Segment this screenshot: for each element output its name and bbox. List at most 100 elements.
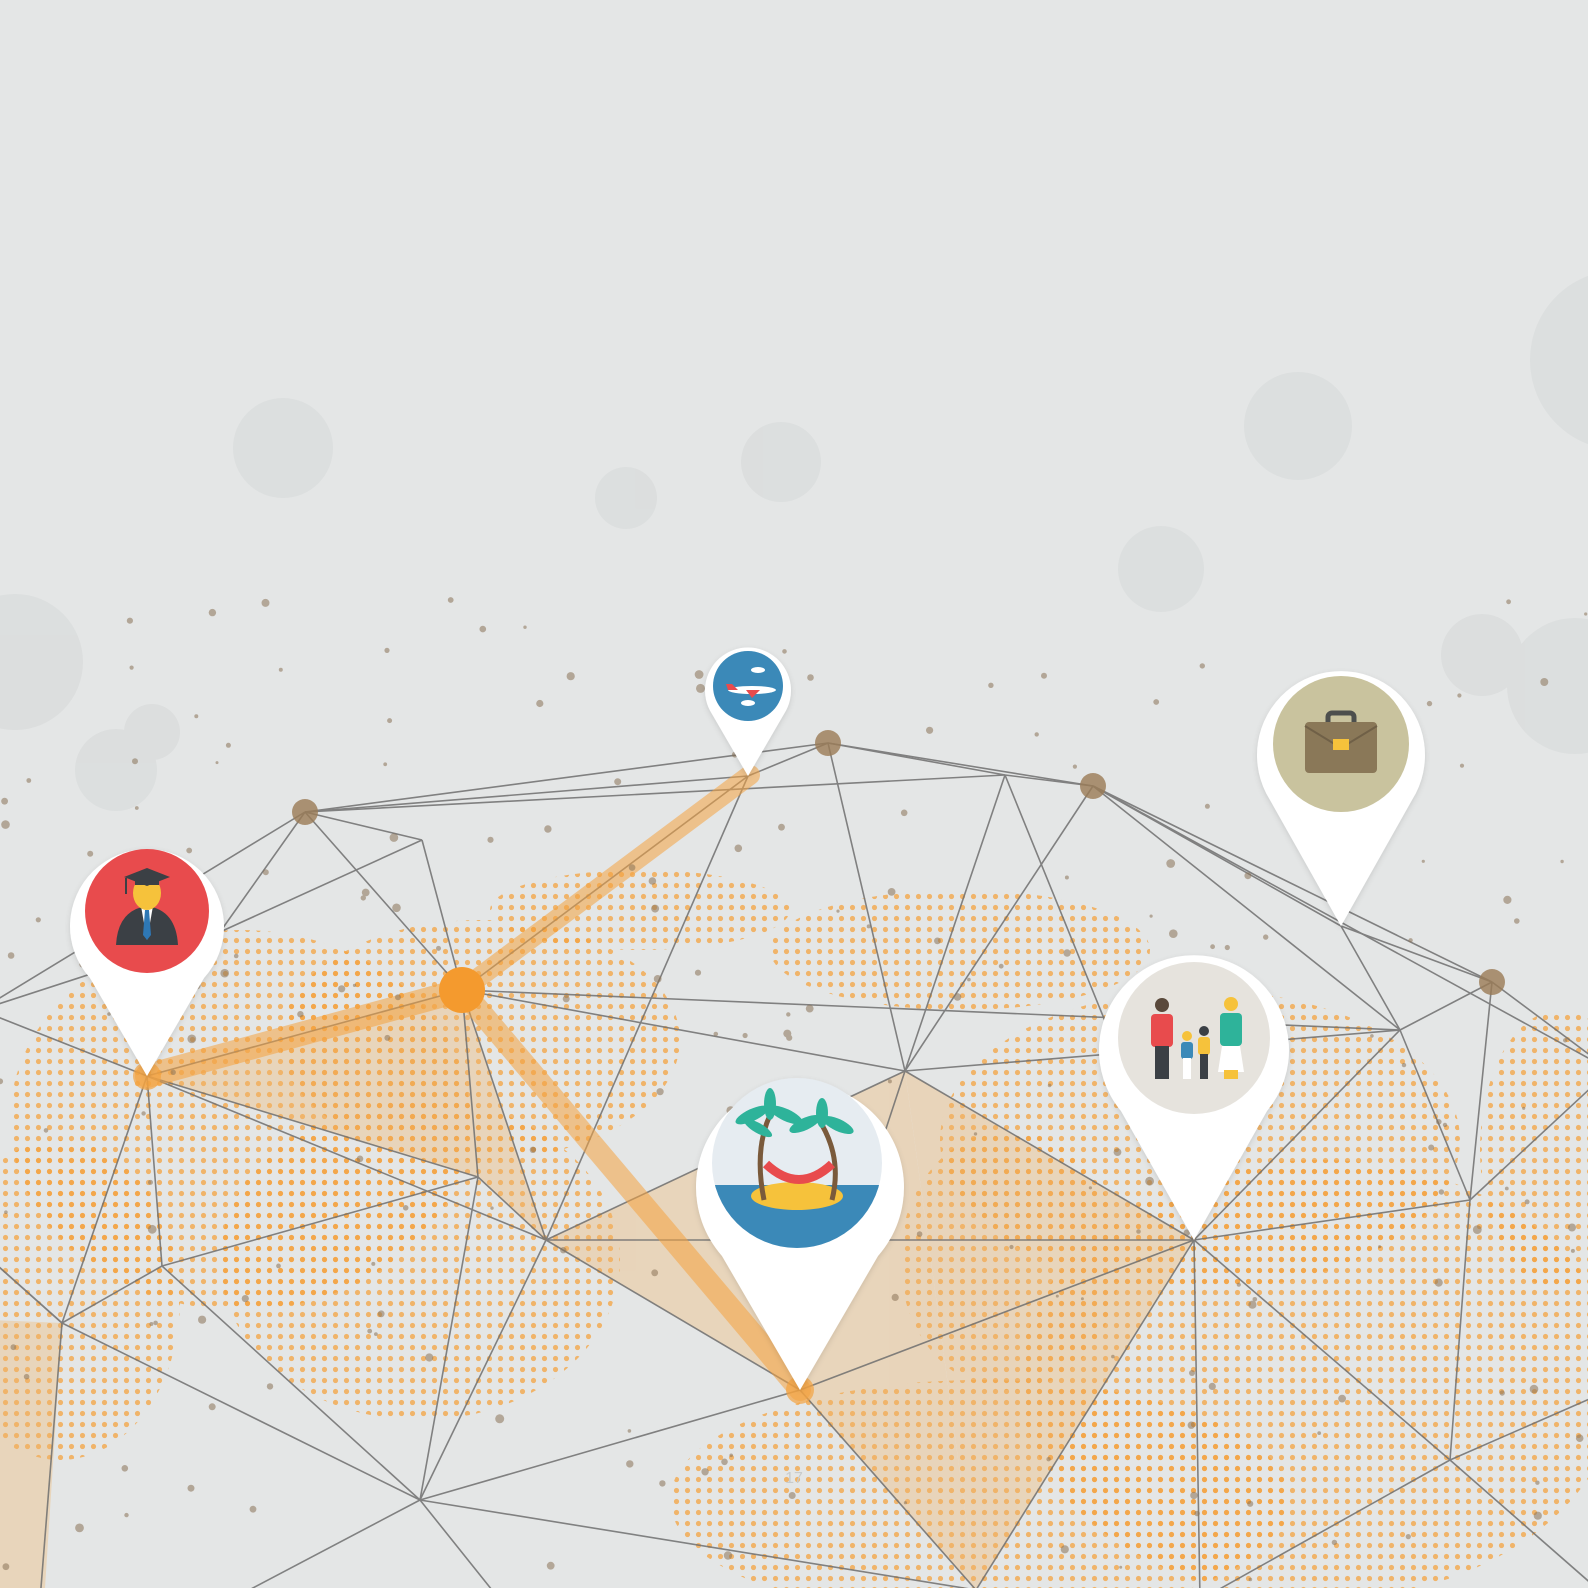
speck-dot — [742, 1032, 748, 1039]
speck-dot — [187, 1034, 197, 1044]
speck-dot — [900, 809, 908, 817]
network-node — [1479, 969, 1505, 995]
mesh-line — [419, 1499, 492, 1588]
speck-dot — [1046, 1457, 1051, 1462]
speck-dot — [367, 1328, 373, 1334]
speck-dot — [249, 1505, 257, 1513]
speck-dot — [147, 1224, 157, 1234]
speck-dot — [1119, 1565, 1123, 1569]
speck-dot — [887, 1079, 892, 1084]
speck-dot — [276, 1263, 281, 1269]
speck-dot — [648, 877, 657, 885]
speck-dot — [1560, 859, 1564, 864]
speck-dot — [384, 647, 390, 654]
briefcase-pin[interactable] — [1257, 671, 1425, 926]
speck-dot — [447, 597, 454, 603]
speck-dot — [998, 963, 1004, 969]
speck-dot — [1459, 763, 1465, 768]
speck-dot — [356, 1155, 364, 1163]
speck-dot — [723, 1551, 733, 1560]
speck-dot — [1535, 1480, 1540, 1485]
speck-dot — [1522, 1106, 1526, 1110]
speck-dot — [934, 937, 941, 945]
speck-dot — [395, 994, 401, 1001]
speck-dot — [651, 904, 660, 913]
speck-dot — [1210, 944, 1215, 950]
speck-dot — [1063, 949, 1071, 957]
speck-dot — [1438, 1189, 1445, 1195]
speck-dot — [1088, 1186, 1092, 1190]
speck-dot — [626, 1460, 634, 1468]
speck-dot — [141, 1111, 146, 1116]
mesh-line — [1004, 774, 1094, 787]
speck-dot — [1236, 1282, 1241, 1287]
speck-dot — [2, 1563, 10, 1571]
mesh-line — [827, 742, 1094, 787]
speck-dot — [153, 1320, 158, 1326]
speck-dot — [126, 617, 133, 624]
speck-dot — [1378, 1245, 1382, 1249]
speck-dot — [546, 1561, 555, 1570]
speck-dot — [1187, 1421, 1196, 1429]
speck-dot — [1408, 938, 1413, 943]
speck-dot — [26, 778, 32, 783]
speck-dot — [134, 806, 139, 810]
speck-dot — [208, 1403, 216, 1411]
speck-dot — [208, 608, 217, 617]
speck-dot — [392, 903, 401, 913]
speck-dot — [487, 836, 494, 843]
speck-dot — [529, 1146, 537, 1154]
speck-dot — [1434, 1278, 1443, 1287]
speck-dot — [1263, 934, 1269, 940]
speck-dot — [121, 1465, 129, 1472]
speck-dot — [701, 1468, 709, 1476]
speck-dot — [887, 888, 896, 896]
speck-dot — [1436, 1119, 1442, 1125]
speck-dot — [1041, 672, 1047, 679]
speck-dot — [187, 1484, 195, 1492]
speck-dot — [614, 778, 622, 786]
speck-dot — [149, 1322, 154, 1326]
speck-dot — [132, 758, 138, 765]
network-node-active — [439, 967, 485, 1013]
speck-dot — [659, 1480, 666, 1487]
speck-dot — [352, 983, 357, 988]
speck-dot — [215, 761, 219, 765]
speck-dot — [4, 1210, 8, 1214]
speck-dot — [1575, 1434, 1584, 1442]
network-scene — [0, 275, 1588, 1588]
speck-dot — [402, 1205, 409, 1211]
mesh-line — [251, 1499, 421, 1588]
speck-dot — [233, 953, 239, 959]
speck-dot — [262, 869, 269, 876]
speck-dot — [1047, 1083, 1052, 1088]
speck-dot — [374, 1332, 378, 1336]
speck-dot — [1426, 700, 1433, 707]
network-node — [1080, 773, 1106, 799]
briefcase-icon — [1304, 710, 1378, 773]
speck-dot — [734, 844, 743, 853]
speck-dot — [1189, 1370, 1195, 1376]
speck-dot — [1570, 1248, 1575, 1253]
speck-dot — [1204, 803, 1210, 809]
speck-dot — [384, 1034, 391, 1041]
speck-dot — [1208, 1382, 1216, 1390]
speck-dot — [1428, 1144, 1435, 1151]
speck-dot — [377, 1310, 385, 1318]
speck-dot — [836, 909, 840, 913]
speck-dot — [338, 985, 346, 993]
speck-dot — [35, 917, 41, 923]
mesh-line — [304, 774, 1006, 813]
speck-dot — [1, 797, 8, 805]
speck-dot — [107, 1012, 111, 1016]
speck-dot — [220, 968, 229, 978]
speck-dot — [916, 1231, 923, 1237]
speck-dot — [1224, 944, 1230, 951]
speck-dot — [786, 1034, 793, 1041]
speck-dot — [1, 820, 10, 829]
speck-dot — [194, 714, 199, 719]
speck-dot — [1584, 612, 1588, 616]
speck-dot — [973, 1132, 978, 1136]
speck-dot — [926, 726, 934, 734]
speck-dot — [536, 699, 544, 708]
